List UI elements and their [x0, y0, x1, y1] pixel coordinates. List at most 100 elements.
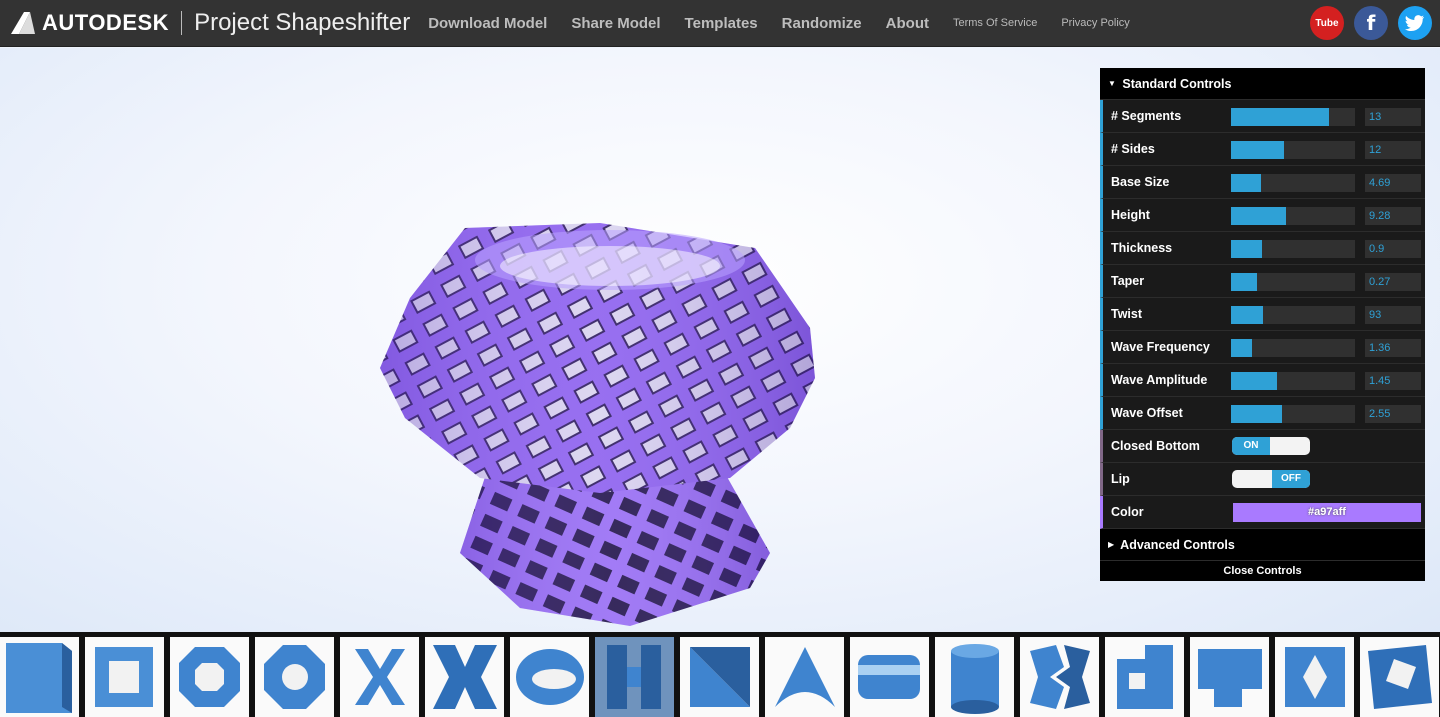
youtube-icon[interactable]: Tube	[1310, 6, 1344, 40]
control-row-wave-amplitude: Wave Amplitude 1.45	[1100, 364, 1425, 397]
control-row-height: Height 9.28	[1100, 199, 1425, 232]
lip-toggle[interactable]: OFF	[1232, 470, 1310, 488]
template-star-frame[interactable]	[1275, 637, 1354, 717]
brand[interactable]: AUTODESK Project Shapeshifter	[10, 9, 410, 37]
segments-input[interactable]: 13	[1365, 108, 1421, 126]
control-row-lip: Lip OFF	[1100, 463, 1425, 496]
nav-about[interactable]: About	[886, 15, 929, 32]
product-title: Project Shapeshifter	[194, 9, 411, 36]
template-stepped-block[interactable]	[1105, 637, 1184, 717]
control-label: Height	[1111, 208, 1150, 222]
template-bowtie[interactable]	[425, 637, 504, 717]
control-row-segments: # Segments 13	[1100, 100, 1425, 133]
template-cylinder-stripes[interactable]	[850, 637, 929, 717]
nav-download-model[interactable]: Download Model	[428, 15, 547, 32]
template-octagon-ring[interactable]	[170, 637, 249, 717]
control-label: Taper	[1111, 274, 1145, 288]
template-eye[interactable]	[510, 637, 589, 717]
standard-controls-header[interactable]: ▼ Standard Controls	[1100, 68, 1425, 100]
wave-amplitude-slider[interactable]	[1231, 372, 1355, 390]
bowtie-template-icon	[433, 645, 497, 709]
notched-box-template-icon	[1198, 649, 1262, 707]
base-size-input[interactable]: 4.69	[1365, 174, 1421, 192]
template-square-frame[interactable]	[85, 637, 164, 717]
control-label: Lip	[1111, 472, 1130, 486]
control-label: Base Size	[1111, 175, 1170, 189]
twist-slider[interactable]	[1231, 306, 1355, 324]
advanced-controls-header[interactable]: ▶ Advanced Controls	[1100, 529, 1425, 561]
template-diamond-frame[interactable]	[1360, 637, 1439, 717]
lattice-vase-model[interactable]	[370, 168, 830, 638]
segments-slider[interactable]	[1231, 108, 1355, 126]
facebook-icon[interactable]: f	[1354, 6, 1388, 40]
control-label: Wave Frequency	[1111, 340, 1210, 354]
slider-fill	[1231, 207, 1286, 225]
thickness-input[interactable]: 0.9	[1365, 240, 1421, 258]
standard-controls-title: Standard Controls	[1122, 77, 1232, 91]
wave-frequency-slider[interactable]	[1231, 339, 1355, 357]
nav-privacy-policy[interactable]: Privacy Policy	[1061, 17, 1129, 29]
square-frame-template-icon	[95, 647, 153, 707]
control-label: Closed Bottom	[1111, 439, 1200, 453]
closed-bottom-toggle[interactable]: ON	[1232, 437, 1310, 455]
main-nav: Download Model Share Model Templates Ran…	[428, 15, 1154, 32]
base-size-slider[interactable]	[1231, 174, 1355, 192]
template-strip	[0, 632, 1440, 717]
cylinder-template-icon	[951, 644, 999, 714]
template-gear-ring[interactable]	[255, 637, 334, 717]
toggle-state: OFF	[1272, 470, 1310, 488]
control-label: # Sides	[1111, 142, 1155, 156]
template-cylinder[interactable]	[935, 637, 1014, 717]
wave-amplitude-input[interactable]: 1.45	[1365, 372, 1421, 390]
wave-frequency-input[interactable]: 1.36	[1365, 339, 1421, 357]
nav-templates[interactable]: Templates	[685, 15, 758, 32]
brand-name: AUTODESK	[42, 10, 170, 35]
control-row-sides: # Sides 12	[1100, 133, 1425, 166]
pillars-template-icon	[607, 645, 661, 709]
nav-share-model[interactable]: Share Model	[571, 15, 660, 32]
control-label: Color	[1111, 505, 1144, 519]
control-row-base-size: Base Size 4.69	[1100, 166, 1425, 199]
control-label: # Segments	[1111, 109, 1182, 123]
nav-terms-of-service[interactable]: Terms Of Service	[953, 17, 1037, 29]
nav-randomize[interactable]: Randomize	[782, 15, 862, 32]
slider-fill	[1231, 108, 1329, 126]
close-controls-button[interactable]: Close Controls	[1100, 561, 1425, 581]
taper-slider[interactable]	[1231, 273, 1355, 291]
template-twisted-blocks[interactable]	[1020, 637, 1099, 717]
thickness-slider[interactable]	[1231, 240, 1355, 258]
control-label: Wave Amplitude	[1111, 373, 1208, 387]
control-row-taper: Taper 0.27	[1100, 265, 1425, 298]
autodesk-logo-icon	[11, 12, 35, 34]
color-picker[interactable]: #a97aff	[1233, 503, 1421, 522]
twist-input[interactable]: 93	[1365, 306, 1421, 324]
wave-offset-input[interactable]: 2.55	[1365, 405, 1421, 423]
control-label: Wave Offset	[1111, 406, 1183, 420]
slider-fill	[1231, 141, 1285, 159]
template-pillars[interactable]	[595, 637, 674, 717]
template-cube[interactable]	[0, 637, 79, 717]
slider-fill	[1231, 339, 1253, 357]
wave-offset-slider[interactable]	[1231, 405, 1355, 423]
template-notched-box[interactable]	[1190, 637, 1269, 717]
social-links: Tube f	[1310, 6, 1432, 40]
twisted-blocks-template-icon	[1030, 645, 1090, 709]
octagon-ring-template-icon	[179, 647, 240, 707]
sides-input[interactable]: 12	[1365, 141, 1421, 159]
control-label: Thickness	[1111, 241, 1173, 255]
template-wedge[interactable]	[680, 637, 759, 717]
control-row-wave-frequency: Wave Frequency 1.36	[1100, 331, 1425, 364]
slider-fill	[1231, 240, 1262, 258]
twitter-icon[interactable]	[1398, 6, 1432, 40]
height-slider[interactable]	[1231, 207, 1355, 225]
sides-slider[interactable]	[1231, 141, 1355, 159]
control-label: Twist	[1111, 307, 1143, 321]
slider-fill	[1231, 372, 1277, 390]
height-input[interactable]: 9.28	[1365, 207, 1421, 225]
cube-template-icon	[6, 643, 72, 713]
control-row-color: Color #a97aff	[1100, 496, 1425, 529]
slider-fill	[1231, 273, 1258, 291]
template-curved-wedge[interactable]	[765, 637, 844, 717]
taper-input[interactable]: 0.27	[1365, 273, 1421, 291]
template-x-shape[interactable]	[340, 637, 419, 717]
